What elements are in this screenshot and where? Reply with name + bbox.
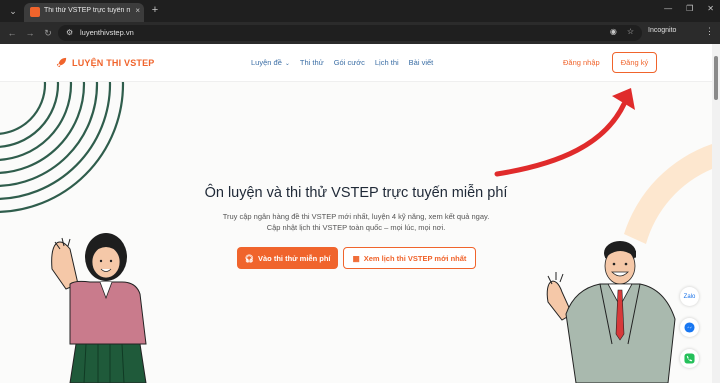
- register-button[interactable]: Đăng ký: [612, 52, 657, 73]
- close-tab-icon[interactable]: ×: [135, 6, 140, 15]
- minimize-icon[interactable]: —: [664, 4, 672, 13]
- hero-subtitle: Truy cập ngân hàng đề thi VSTEP mới nhất…: [160, 211, 552, 233]
- main-nav: Luyện đề ⌄ Thi thử Gói cước Lịch thi Bài …: [251, 58, 433, 67]
- new-tab-button[interactable]: +: [148, 3, 162, 17]
- hero-subtitle-line: Cập nhật lịch thi VSTEP toàn quốc – mọi …: [266, 223, 446, 232]
- maximize-icon[interactable]: ❐: [686, 4, 693, 13]
- peach-arc-decoration: [624, 144, 712, 244]
- phone-icon: [684, 353, 695, 364]
- zalo-chat-button[interactable]: Zalo: [680, 287, 699, 306]
- red-arrow-decoration: [494, 88, 635, 177]
- browser-toolbar: ← → ↻ ⚙ luyenthivstep.vn ◉ ☆ Incognito ⋮: [0, 22, 720, 44]
- login-link[interactable]: Đăng nhập: [563, 58, 600, 67]
- incognito-label[interactable]: Incognito: [648, 27, 676, 34]
- forward-icon[interactable]: →: [24, 27, 36, 39]
- tab-title: Thi thử VSTEP trực tuyến miễn ph: [44, 7, 130, 14]
- girl-illustration: [51, 233, 147, 383]
- site-logo[interactable]: LUYỆN THI VSTEP: [55, 56, 155, 69]
- nav-item-goi-cuoc[interactable]: Gói cước: [334, 58, 365, 67]
- address-bar[interactable]: ⚙ luyenthivstep.vn ◉ ☆: [58, 25, 642, 41]
- browser-tab-strip: ⌄ Thi thử VSTEP trực tuyến miễn ph × + —…: [0, 0, 720, 22]
- nav-item-luyen-de[interactable]: Luyện đề ⌄: [251, 58, 290, 67]
- scrollbar-thumb[interactable]: [714, 56, 718, 100]
- site-info-icon[interactable]: ⚙: [66, 28, 73, 37]
- hero-subtitle-line: Truy cập ngân hàng đề thi VSTEP mới nhất…: [222, 212, 490, 221]
- nav-label: Luyện đề: [251, 58, 282, 67]
- bookmark-star-icon[interactable]: ☆: [627, 27, 634, 36]
- headphones-icon: 🎧︎: [244, 253, 254, 263]
- messenger-icon: [684, 322, 695, 333]
- reload-icon[interactable]: ↻: [42, 27, 54, 39]
- browser-menu-icon[interactable]: ⋮: [705, 26, 714, 37]
- messenger-chat-button[interactable]: [680, 318, 699, 337]
- tab-search-icon[interactable]: ⌄: [6, 4, 20, 18]
- phone-call-button[interactable]: [680, 349, 699, 368]
- nav-item-bai-viet[interactable]: Bài viết: [409, 58, 434, 67]
- page-scrollbar[interactable]: [712, 44, 720, 383]
- button-label: Xem lịch thi VSTEP mới nhất: [363, 253, 467, 263]
- start-mock-test-button[interactable]: 🎧︎ Vào thi thử miễn phí: [237, 247, 338, 269]
- button-label: Vào thi thử miễn phí: [258, 253, 331, 263]
- boy-illustration: [546, 241, 676, 383]
- eye-off-icon[interactable]: ◉: [610, 27, 617, 36]
- window-controls: — ❐ ✕: [664, 4, 714, 13]
- zalo-icon: Zalo: [683, 293, 696, 300]
- close-window-icon[interactable]: ✕: [707, 4, 714, 13]
- browser-tab[interactable]: Thi thử VSTEP trực tuyến miễn ph ×: [24, 3, 144, 22]
- site-header: LUYỆN THI VSTEP Luyện đề ⌄ Thi thử Gói cư…: [0, 44, 712, 82]
- back-icon[interactable]: ←: [6, 27, 18, 39]
- page-viewport: LUYỆN THI VSTEP Luyện đề ⌄ Thi thử Gói cư…: [0, 44, 712, 383]
- view-exam-schedule-button[interactable]: ▦ Xem lịch thi VSTEP mới nhất: [343, 247, 476, 269]
- calendar-icon: ▦: [352, 253, 360, 263]
- logo-text: LUYỆN THI VSTEP: [72, 57, 155, 68]
- hero-title: Ôn luyện và thi thử VSTEP trực tuyến miễ…: [204, 185, 508, 201]
- site-favicon-icon: [30, 7, 40, 17]
- url-text[interactable]: luyenthivstep.vn: [80, 28, 134, 37]
- nav-item-thi-thu[interactable]: Thi thử: [300, 58, 324, 67]
- nav-item-lich-thi[interactable]: Lịch thi: [375, 58, 399, 67]
- rocket-icon: [56, 57, 67, 68]
- chevron-down-icon: ⌄: [284, 61, 290, 67]
